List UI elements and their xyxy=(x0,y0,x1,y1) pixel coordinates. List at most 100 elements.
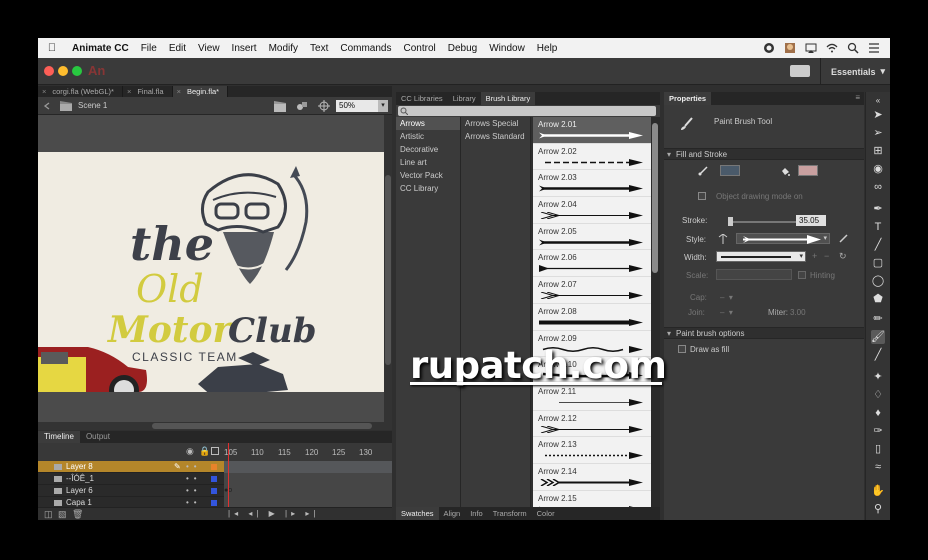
wifi-icon[interactable] xyxy=(826,42,838,54)
oval-tool-icon[interactable]: ◯ xyxy=(871,274,885,288)
paint-bucket-tool-icon[interactable]: ♢ xyxy=(871,388,885,402)
width-profile-dropdown[interactable]: ▾ xyxy=(716,251,806,262)
line-tool-icon[interactable]: ╱ xyxy=(871,238,885,252)
workspace-switcher-icon[interactable] xyxy=(790,65,810,77)
selection-tool-icon[interactable]: ➤ xyxy=(871,108,885,122)
cap-dropdown[interactable]: – ▾ xyxy=(720,293,733,302)
brush-item[interactable]: Arrow 2.01 xyxy=(533,117,651,144)
stroke-slider-handle[interactable] xyxy=(728,217,733,226)
tab-swatches[interactable]: Swatches xyxy=(396,507,439,520)
layer-row[interactable]: Layer 8 ✎ •• xyxy=(38,461,392,473)
rectangle-tool-icon[interactable]: ▢ xyxy=(871,256,885,270)
doc-tab-corgi[interactable]: × corgi.fla (WebGL)* xyxy=(38,86,123,97)
stroke-size-field[interactable]: 35.05 xyxy=(796,215,826,226)
brush-item[interactable]: Arrow 2.11 xyxy=(533,384,651,411)
layer-row[interactable]: --ÎÓÊ_1 •• xyxy=(38,473,392,485)
menu-control[interactable]: Control xyxy=(398,43,442,54)
scroll-thumb[interactable] xyxy=(152,423,372,429)
menu-edit[interactable]: Edit xyxy=(163,43,192,54)
menu-help[interactable]: Help xyxy=(531,43,564,54)
subcategory-arrows-standard[interactable]: Arrows Standard xyxy=(461,130,530,143)
3d-rotation-tool-icon[interactable]: ◉ xyxy=(871,162,885,176)
lock-all-icon[interactable]: 🔒 xyxy=(199,446,210,457)
close-tab-icon[interactable]: × xyxy=(177,87,181,96)
menu-commands[interactable]: Commands xyxy=(334,43,397,54)
width-tool-icon[interactable]: ≈ xyxy=(871,460,885,474)
doc-tab-final[interactable]: × Final.fla xyxy=(123,86,173,97)
layer-visibility-toggles[interactable]: •• xyxy=(186,462,202,471)
object-drawing-checkbox[interactable] xyxy=(698,192,706,200)
category-arrows[interactable]: Arrows xyxy=(396,117,460,130)
layer-color-swatch[interactable] xyxy=(211,464,217,470)
brush-tool-icon[interactable]: ╱ xyxy=(871,348,885,362)
tab-library[interactable]: Library xyxy=(448,92,481,105)
edit-symbols-icon[interactable] xyxy=(296,100,308,112)
category-line-art[interactable]: Line art xyxy=(396,156,460,169)
back-arrow-icon[interactable] xyxy=(43,102,51,110)
zoom-window-button[interactable] xyxy=(72,66,82,76)
panel-menu-icon[interactable]: ≡ xyxy=(855,93,860,102)
brush-list-scrollbar[interactable] xyxy=(651,117,660,507)
menu-view[interactable]: View xyxy=(192,43,226,54)
brush-item[interactable]: Arrow 2.07 xyxy=(533,277,651,304)
subcategory-arrows-special[interactable]: Arrows Special xyxy=(461,117,530,130)
polystar-tool-icon[interactable]: ⬟ xyxy=(871,292,885,306)
menu-window[interactable]: Window xyxy=(483,43,531,54)
draw-as-fill-checkbox[interactable] xyxy=(678,345,686,353)
scroll-thumb[interactable] xyxy=(652,123,658,273)
stage-canvas[interactable]: the Old Motor Club CLASSIC TEAM xyxy=(38,152,384,421)
pen-tool-icon[interactable]: ✒ xyxy=(871,202,885,216)
menu-debug[interactable]: Debug xyxy=(442,43,483,54)
doc-tab-begin[interactable]: × Begin.fla* xyxy=(172,86,229,97)
tab-transform[interactable]: Transform xyxy=(488,507,532,520)
tab-properties[interactable]: Properties xyxy=(664,92,712,105)
paint-brush-tool-icon[interactable]: 🖌 xyxy=(871,330,885,344)
hand-tool-icon[interactable]: ✋ xyxy=(871,484,885,498)
minimize-window-button[interactable] xyxy=(58,66,68,76)
add-width-point-icon[interactable]: + xyxy=(812,251,817,261)
timeline-playhead[interactable] xyxy=(228,443,229,515)
stroke-slider[interactable] xyxy=(728,221,798,223)
edit-style-icon[interactable] xyxy=(838,234,848,244)
brush-item[interactable]: Arrow 2.06 xyxy=(533,250,651,278)
fill-and-stroke-header[interactable]: Fill and Stroke xyxy=(664,148,864,160)
new-layer-icon[interactable]: ◫ xyxy=(44,509,53,520)
notification-list-icon[interactable] xyxy=(868,42,880,54)
layer-frames[interactable] xyxy=(224,461,392,473)
layer-frames[interactable] xyxy=(224,497,392,507)
playback-controls[interactable]: |◂ ◂| ▶ |▸ ▸| xyxy=(228,509,319,518)
hinting-checkbox[interactable] xyxy=(798,271,806,279)
free-transform-tool-icon[interactable]: ⊞ xyxy=(871,144,885,158)
stage-horizontal-scrollbar[interactable] xyxy=(38,422,392,430)
category-artistic[interactable]: Artistic xyxy=(396,130,460,143)
brush-item[interactable]: Arrow 2.14 xyxy=(533,464,651,491)
zoom-tool-icon[interactable]: ⚲ xyxy=(871,502,885,516)
pencil-tool-icon[interactable]: ✏ xyxy=(871,312,885,326)
tab-align[interactable]: Align xyxy=(439,507,466,520)
brush-item[interactable]: Arrow 2.12 xyxy=(533,411,651,438)
eraser-tool-icon[interactable]: ▯ xyxy=(871,442,885,456)
brush-item[interactable]: Arrow 2.05 xyxy=(533,224,651,251)
menu-app-name[interactable]: Animate CC xyxy=(66,43,135,54)
layer-row[interactable]: Capa 1 •• xyxy=(38,497,392,507)
scale-dropdown[interactable] xyxy=(716,269,792,280)
collapse-panel-icon[interactable]: « xyxy=(871,94,885,108)
menu-file[interactable]: File xyxy=(135,43,163,54)
tab-color[interactable]: Color xyxy=(532,507,560,520)
layer-name[interactable]: Layer 6 xyxy=(66,486,93,495)
menu-text[interactable]: Text xyxy=(304,43,334,54)
outline-all-icon[interactable] xyxy=(211,447,219,455)
layer-row[interactable]: Layer 6 •• ●o xyxy=(38,485,392,497)
lasso-tool-icon[interactable]: ∞ xyxy=(871,180,885,194)
fill-color-swatch[interactable] xyxy=(798,165,818,176)
edit-scene-icon[interactable] xyxy=(274,100,286,112)
menu-modify[interactable]: Modify xyxy=(263,43,304,54)
brush-item[interactable]: Arrow 2.08 xyxy=(533,304,651,331)
tab-info[interactable]: Info xyxy=(465,507,488,520)
user-avatar-icon[interactable] xyxy=(784,42,796,54)
delete-layer-icon[interactable]: 🗑 xyxy=(72,509,83,520)
brush-item[interactable]: Arrow 2.13 xyxy=(533,437,651,464)
paint-brush-options-header[interactable]: Paint brush options xyxy=(664,327,864,339)
layer-color-swatch[interactable] xyxy=(211,500,217,506)
layer-color-swatch[interactable] xyxy=(211,476,217,482)
